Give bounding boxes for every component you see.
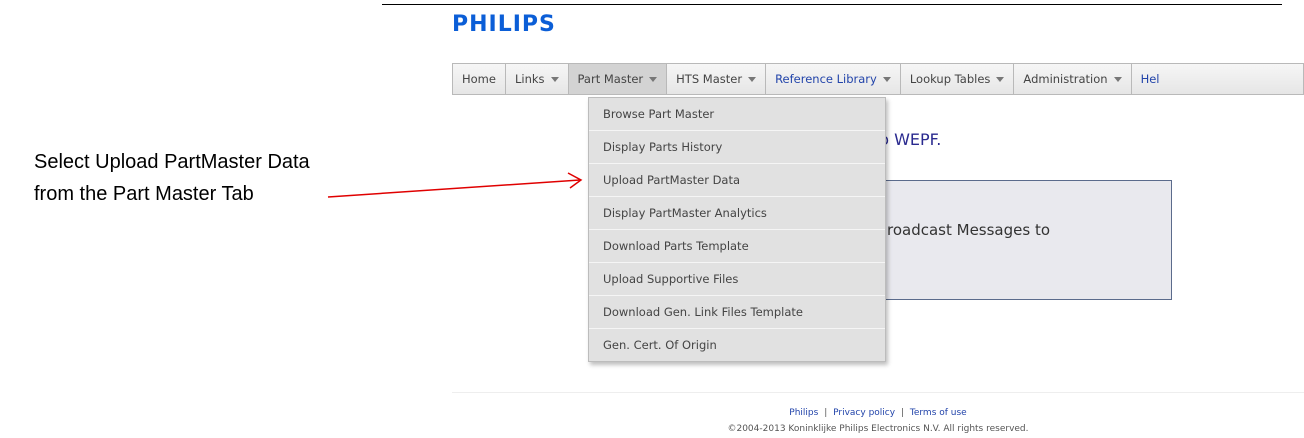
footer-separator: | — [824, 408, 828, 418]
footer-links: Philips | Privacy policy | Terms of use — [452, 408, 1304, 418]
footer-link-privacy-policy[interactable]: Privacy policy — [833, 408, 895, 418]
footer-separator: | — [900, 408, 904, 418]
copyright-text: ©2004-2013 Koninklijke Philips Electroni… — [727, 424, 1029, 434]
footer-divider — [452, 392, 1304, 393]
annotation-arrow-icon — [327, 172, 583, 198]
footer-link-philips[interactable]: Philips — [789, 408, 818, 418]
footer-link-terms-of-use[interactable]: Terms of use — [910, 408, 967, 418]
